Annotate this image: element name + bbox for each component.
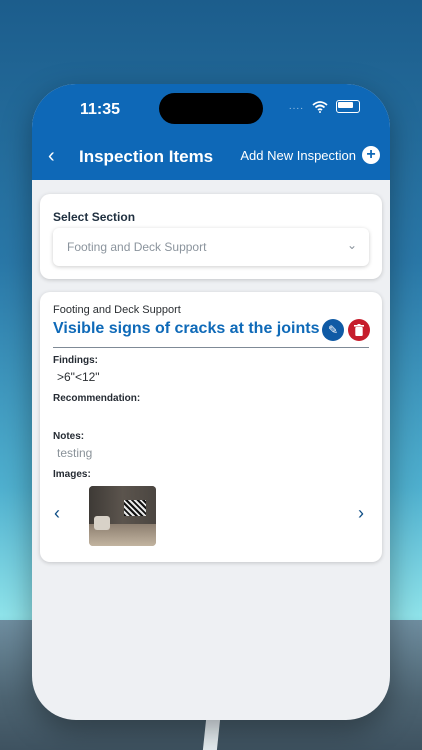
status-icons: ....	[289, 100, 360, 113]
inspection-item-card: Footing and Deck Support Visible signs o…	[40, 292, 382, 562]
section-card: Select Section Footing and Deck Support …	[40, 194, 382, 279]
image-chair	[94, 516, 110, 530]
delete-button[interactable]	[348, 319, 370, 341]
back-button[interactable]: ‹	[48, 146, 64, 166]
page-title: Inspection Items	[79, 147, 214, 166]
notes-label: Notes:	[53, 431, 85, 442]
findings-value: >6"<12"	[57, 370, 100, 384]
dynamic-island	[159, 93, 263, 124]
image-tv	[124, 500, 146, 516]
battery-icon	[336, 100, 360, 113]
section-selected-value: Footing and Deck Support	[67, 240, 207, 254]
plus-circle-icon: +	[362, 146, 380, 164]
section-dropdown[interactable]: Footing and Deck Support ⌄	[53, 228, 369, 266]
image-next-button[interactable]: ›	[358, 503, 364, 524]
pencil-icon: ✎	[327, 323, 339, 337]
chevron-down-icon: ⌄	[346, 238, 357, 252]
select-section-label: Select Section	[53, 210, 136, 224]
add-new-inspection-label: Add New Inspection	[240, 147, 356, 163]
wifi-icon	[312, 100, 328, 113]
notes-value: testing	[57, 446, 93, 460]
add-new-inspection-button[interactable]: Add New Inspection +	[240, 146, 380, 164]
item-title: Visible signs of cracks at the joints	[53, 320, 320, 337]
signal-icon: ....	[288, 101, 304, 112]
title-divider	[53, 347, 369, 348]
app-header: 11:35 .... ‹ Inspection Items Add New In…	[32, 84, 390, 180]
item-section-name: Footing and Deck Support	[53, 304, 181, 316]
inspection-image-thumbnail[interactable]	[89, 486, 156, 546]
image-prev-button[interactable]: ‹	[54, 503, 60, 524]
trash-icon	[354, 324, 364, 336]
status-time: 11:35	[80, 101, 121, 118]
findings-label: Findings:	[53, 355, 98, 366]
recommendation-label: Recommendation:	[53, 393, 141, 404]
phone-screen: 11:35 .... ‹ Inspection Items Add New In…	[32, 84, 390, 720]
images-label: Images:	[53, 469, 91, 480]
edit-button[interactable]: ✎	[322, 319, 344, 341]
